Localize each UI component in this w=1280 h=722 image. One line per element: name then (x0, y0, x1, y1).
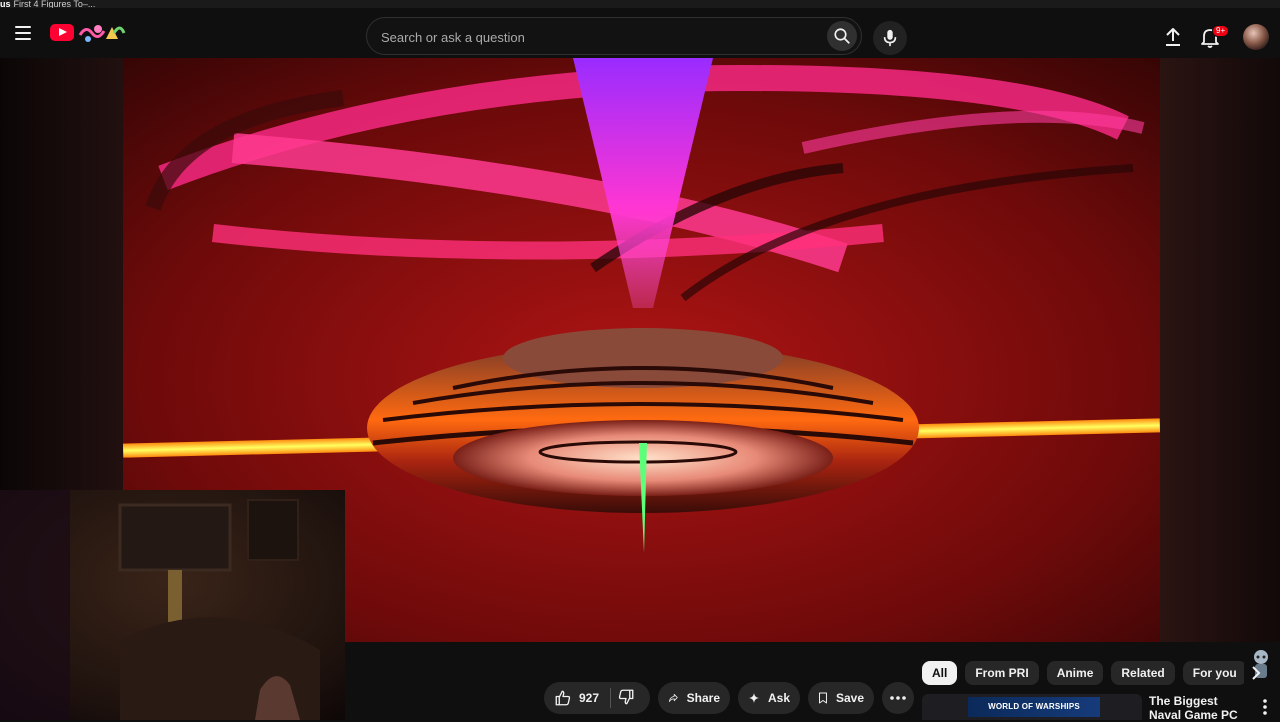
title-prefix: us (0, 0, 11, 8)
search-button[interactable] (827, 21, 857, 51)
thumbs-up-icon (555, 690, 571, 706)
recommended-menu-button[interactable] (1259, 697, 1271, 717)
search-icon (834, 28, 850, 44)
hamburger-icon (15, 26, 31, 28)
upload-button[interactable] (1160, 24, 1186, 50)
recommended-thumbnail[interactable]: WORLD OF WARSHIPS (922, 694, 1142, 720)
search-box (366, 17, 862, 55)
youtube-logo[interactable] (50, 24, 74, 41)
like-divider (610, 688, 611, 708)
notifications-button[interactable]: 9+ (1198, 23, 1230, 51)
like-count: 927 (579, 691, 600, 705)
like-button[interactable]: 927 (554, 689, 599, 707)
dislike-button[interactable] (617, 688, 635, 709)
doodle-logo-icon[interactable] (78, 21, 126, 45)
sparkle-icon (748, 693, 759, 703)
ask-button[interactable]: Ask (738, 682, 800, 714)
video-actions: 927 Share Ask Save (544, 682, 914, 714)
thumbs-down-icon (618, 689, 634, 705)
chip-all[interactable]: All (922, 661, 958, 685)
more-actions-button[interactable] (882, 682, 914, 714)
chevron-right-icon (1252, 666, 1261, 680)
thumbnail-banner: WORLD OF WARSHIPS (968, 697, 1100, 717)
share-label: Share (686, 691, 720, 705)
save-button[interactable]: Save (808, 682, 874, 714)
upload-icon (1166, 28, 1180, 46)
chips-next-button[interactable] (1244, 661, 1268, 685)
window-title-strip: us First 4 Figures To–... (0, 0, 1280, 8)
webcam-overlay (0, 490, 345, 720)
like-dislike-group: 927 (544, 682, 650, 714)
more-horiz-icon (890, 696, 906, 700)
mic-icon (883, 29, 897, 47)
chip-related[interactable]: Related (1111, 661, 1175, 685)
window-title: First 4 Figures To–... (13, 0, 96, 8)
account-avatar[interactable] (1243, 24, 1269, 50)
hamburger-menu-button[interactable] (10, 20, 36, 46)
notification-badge: 9+ (1212, 25, 1230, 37)
chip-for-you[interactable]: For you (1182, 661, 1244, 685)
filter-chips: All From PRI Anime Related For you Re (922, 661, 1244, 685)
ask-label: Ask (767, 691, 790, 705)
share-arrow-icon (668, 694, 678, 702)
share-button[interactable]: Share (658, 682, 730, 714)
search-input[interactable] (379, 26, 803, 48)
webcam-feed (0, 490, 345, 720)
more-vert-icon (1263, 699, 1267, 715)
recommended-title[interactable]: The Biggest Naval Game PC (1149, 694, 1249, 722)
chip-from-pri[interactable]: From PRI (965, 661, 1039, 685)
save-label: Save (835, 691, 864, 705)
voice-search-button[interactable] (873, 21, 907, 55)
bookmark-icon (818, 692, 827, 704)
chip-anime[interactable]: Anime (1046, 661, 1104, 685)
masthead: 9+ (0, 8, 1280, 58)
